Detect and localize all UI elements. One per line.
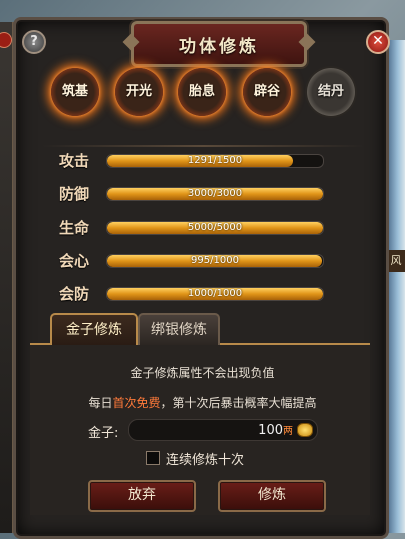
background-tag: 风 bbox=[387, 250, 405, 272]
stage-jiedan-locked[interactable]: 结丹 bbox=[307, 68, 355, 116]
stage-bigu[interactable]: 辟谷 bbox=[243, 68, 291, 116]
stat-bar-defense: 3000/3000 bbox=[106, 187, 324, 201]
note-no-negative: 金子修炼属性不会出现负值 bbox=[130, 366, 275, 380]
title-plate: 功体修炼 bbox=[122, 21, 316, 67]
train-ten-checkbox[interactable] bbox=[146, 451, 160, 465]
stat-value: 1000/1000 bbox=[187, 288, 243, 299]
stat-label-crit-defense: 会防 bbox=[59, 285, 90, 303]
note-daily-free: 每日首次免费，第十次后暴击概率大幅提高 bbox=[0, 394, 405, 411]
stat-bar-attack: 1291/1500 bbox=[106, 154, 324, 168]
close-button[interactable]: ✕ bbox=[366, 30, 390, 54]
gold-amount-display: 100两 bbox=[128, 419, 318, 441]
stat-value: 5000/5000 bbox=[187, 222, 243, 233]
abandon-button[interactable]: 放弃 bbox=[88, 480, 196, 512]
stat-value: 1291/1500 bbox=[187, 155, 243, 166]
stat-bar-crit-defense: 1000/1000 bbox=[106, 287, 324, 301]
gold-value: 100两 bbox=[258, 422, 293, 438]
stat-label-defense: 防御 bbox=[59, 185, 90, 203]
gold-coin-icon bbox=[297, 423, 313, 437]
train-ten-label[interactable]: 连续修炼十次 bbox=[166, 449, 244, 468]
gold-label: 金子: bbox=[88, 426, 119, 441]
stat-bar-crit: 995/1000 bbox=[106, 254, 324, 268]
stage-taixi[interactable]: 胎息 bbox=[178, 68, 226, 116]
stat-label-health: 生命 bbox=[59, 219, 90, 237]
stat-label-attack: 攻击 bbox=[59, 152, 90, 170]
gold-number: 100 bbox=[258, 423, 283, 438]
gold-unit: 两 bbox=[283, 426, 293, 437]
stat-label-crit: 会心 bbox=[59, 252, 90, 270]
stat-value: 995/1000 bbox=[191, 255, 239, 266]
background-close-icon bbox=[0, 32, 12, 48]
right-background-scene: 风 bbox=[387, 40, 405, 533]
note-prefix: 每日 bbox=[88, 396, 113, 410]
train-button[interactable]: 修炼 bbox=[218, 480, 326, 512]
stat-value: 3000/3000 bbox=[187, 188, 243, 199]
stat-bar-health: 5000/5000 bbox=[106, 221, 324, 235]
stage-zhuji[interactable]: 筑基 bbox=[51, 68, 99, 116]
divider bbox=[42, 145, 364, 147]
page-title: 功体修炼 bbox=[179, 37, 259, 57]
tab-gold-training[interactable]: 金子修炼 bbox=[50, 313, 138, 345]
note-highlight: 首次免费 bbox=[112, 396, 161, 410]
note-suffix: ，第十次后暴击概率大幅提高 bbox=[160, 396, 317, 410]
left-background-window bbox=[0, 22, 14, 533]
stage-kaiguang[interactable]: 开光 bbox=[115, 68, 163, 116]
tab-bound-silver-training[interactable]: 绑银修炼 bbox=[138, 313, 220, 345]
help-button[interactable]: ? bbox=[22, 30, 46, 54]
